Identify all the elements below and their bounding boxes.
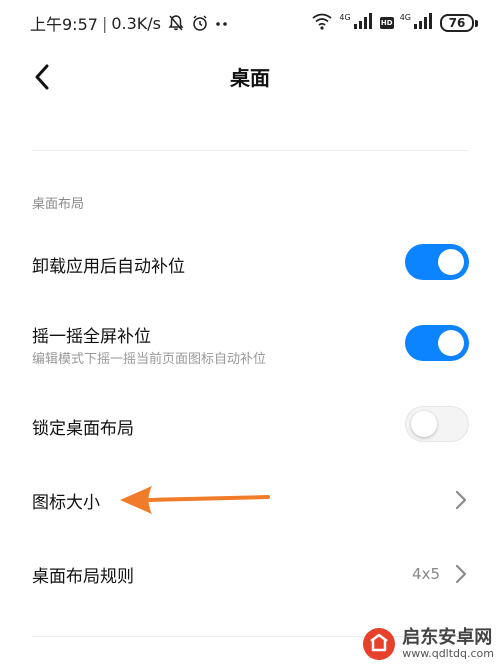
toggle-knob xyxy=(411,411,437,437)
watermark-url: www.qdltdq.com xyxy=(402,646,494,660)
setting-row-layout-rule[interactable]: 桌面布局规则 4x5 xyxy=(0,546,500,602)
setting-label-auto-fill: 卸载应用后自动补位 xyxy=(32,257,185,277)
annotation-arrow-icon xyxy=(120,486,270,514)
signal-icon xyxy=(353,13,374,33)
auto-fill-toggle[interactable] xyxy=(405,244,469,280)
navigation-bar: 桌面 xyxy=(0,50,500,102)
hd-badge: HD xyxy=(379,17,394,29)
battery-icon: 76 xyxy=(440,14,474,32)
network-type-1: 4G xyxy=(339,12,351,22)
status-left: 上午9:57 | 0.3K/s xyxy=(30,11,229,35)
setting-row-auto-fill[interactable]: 卸载应用后自动补位 xyxy=(0,236,500,292)
alarm-icon xyxy=(191,14,209,32)
status-speed: 0.3K/s xyxy=(111,13,161,33)
page-title: 桌面 xyxy=(230,66,270,90)
watermark-name: 启东安卓网 xyxy=(402,626,493,648)
watermark: 启东安卓网 www.qdltdq.com xyxy=(362,627,494,661)
header-divider xyxy=(32,150,468,151)
setting-label-lock-layout: 锁定桌面布局 xyxy=(32,419,134,439)
setting-description-shake-fill: 编辑模式下摇一摇当前页面图标自动补位 xyxy=(32,352,267,367)
status-time: 上午9:57 xyxy=(30,15,98,34)
lock-layout-toggle[interactable] xyxy=(405,406,469,442)
battery-cap xyxy=(475,19,478,27)
wifi-icon xyxy=(311,12,333,34)
setting-label-icon-size: 图标大小 xyxy=(32,493,100,513)
status-right: 4G HD 4G 76 xyxy=(311,12,478,34)
bell-muted-icon xyxy=(167,14,185,32)
chevron-right-icon xyxy=(455,490,467,510)
network-type-2: 4G xyxy=(399,12,411,22)
section-header: 桌面布局 xyxy=(32,197,85,212)
setting-label-layout-rule: 桌面布局规则 xyxy=(32,567,134,587)
status-bar: 上午9:57 | 0.3K/s 4G HD 4G 76 xyxy=(0,0,500,46)
watermark-text: 启东安卓网 www.qdltdq.com xyxy=(402,626,494,660)
more-dots-icon xyxy=(215,14,229,32)
toggle-knob xyxy=(438,249,464,275)
setting-row-lock-layout[interactable]: 锁定桌面布局 xyxy=(0,398,500,454)
chevron-right-icon xyxy=(455,564,467,584)
status-separator: | xyxy=(101,13,108,33)
signal-icon-2 xyxy=(414,13,434,33)
toggle-knob xyxy=(438,330,464,356)
layout-rule-value: 4x5 xyxy=(412,565,440,583)
setting-row-shake-fill[interactable]: 摇一摇全屏补位 编辑模式下摇一摇当前页面图标自动补位 xyxy=(0,312,500,378)
battery-indicator: 76 xyxy=(440,14,478,32)
watermark-logo-icon xyxy=(363,628,396,660)
shake-fill-toggle[interactable] xyxy=(405,325,469,361)
setting-label-shake-fill: 摇一摇全屏补位 xyxy=(32,327,151,347)
